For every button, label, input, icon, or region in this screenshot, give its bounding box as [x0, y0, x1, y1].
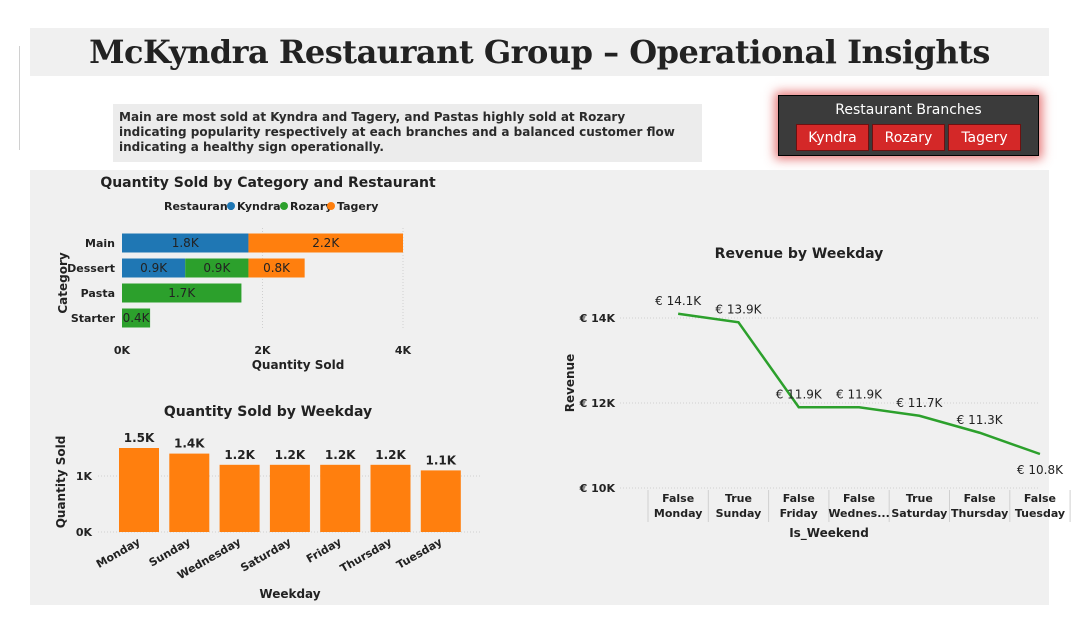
- y-tick-label: € 12K: [579, 397, 616, 410]
- slicer-item-tagery[interactable]: Tagery: [948, 124, 1021, 151]
- legend-label-kyndra: Kyndra: [237, 200, 281, 213]
- data-label: € 13.9K: [715, 302, 762, 316]
- revenue-chart-ylabel: Revenue: [563, 354, 577, 413]
- y-tick-label: € 14K: [579, 312, 616, 325]
- x-tick-label-day: Wednes...: [828, 507, 889, 520]
- left-divider: [19, 46, 20, 150]
- x-tick-label: 2K: [254, 344, 271, 357]
- y-tick-label: Main: [85, 237, 115, 250]
- x-tick-label-day: Friday: [780, 507, 818, 520]
- category-chart-ylabel: Category: [56, 252, 70, 314]
- x-tick-label: Thursday: [338, 535, 394, 575]
- weekday-quantity-xlabel: Weekday: [259, 587, 320, 601]
- insight-text-box: Main are most sold at Kyndra and Tagery,…: [113, 104, 702, 162]
- title-bar: McKyndra Restaurant Group – Operational …: [30, 28, 1049, 76]
- data-label: 1.2K: [325, 448, 356, 462]
- data-label: 0.9K: [203, 261, 231, 275]
- data-label: 1.8K: [172, 236, 200, 250]
- revenue-chart: Revenue by Weekday € 10K € 12K € 14K False M…: [563, 246, 1071, 541]
- charts-panel: Quantity Sold by Category and Restaurant…: [30, 170, 1071, 605]
- x-tick-label-weekend: False: [662, 492, 694, 505]
- x-tick-label-weekend: False: [1024, 492, 1056, 505]
- bar-tuesday[interactable]: [420, 470, 461, 532]
- x-tick-label: 4K: [395, 344, 412, 357]
- charts-svg: Quantity Sold by Category and Restaurant…: [54, 175, 1071, 601]
- legend-marker-rozary: [280, 202, 288, 210]
- x-tick-label-day: Saturday: [891, 507, 947, 520]
- y-tick-label: Starter: [71, 312, 116, 325]
- data-label: 1.1K: [426, 453, 457, 467]
- data-label: € 11.9K: [776, 387, 823, 401]
- legend-label-rozary: Rozary: [290, 200, 332, 213]
- category-chart-xlabel: Quantity Sold: [252, 358, 345, 372]
- slicer-item-kyndra[interactable]: Kyndra: [796, 124, 869, 151]
- x-tick-label-weekend: False: [964, 492, 996, 505]
- data-label: 1.7K: [168, 286, 196, 300]
- x-tick-label-day: Sunday: [716, 507, 762, 520]
- y-tick-label: 0K: [76, 526, 93, 539]
- y-tick-label: Dessert: [67, 262, 115, 275]
- data-label: 1.5K: [124, 431, 155, 445]
- x-tick-label-weekend: True: [906, 492, 933, 505]
- bar-friday[interactable]: [320, 464, 361, 532]
- revenue-line[interactable]: [677, 312, 1041, 456]
- y-tick-label: € 10K: [579, 482, 616, 495]
- data-label: € 11.3K: [957, 413, 1004, 427]
- data-label: 0.4K: [123, 311, 151, 325]
- x-tick-label: Saturday: [238, 535, 293, 574]
- x-tick-label: Friday: [304, 535, 344, 565]
- branch-slicer: Restaurant Branches Kyndra Rozary Tagery: [778, 95, 1039, 156]
- data-label: € 11.9K: [836, 387, 883, 401]
- data-label: 0.8K: [263, 261, 291, 275]
- slicer-title: Restaurant Branches: [835, 102, 982, 118]
- data-label: € 10.8K: [1017, 463, 1064, 477]
- bar-thursday[interactable]: [370, 464, 411, 532]
- bar-saturday[interactable]: [269, 464, 310, 532]
- weekday-quantity-chart: Quantity Sold by Weekday 0K 1K 1.5K Monday…: [54, 404, 480, 601]
- y-tick-label: Pasta: [81, 287, 115, 300]
- page-title: McKyndra Restaurant Group – Operational …: [89, 33, 990, 71]
- bar-sunday[interactable]: [169, 453, 210, 532]
- revenue-chart-xlabel: Is_Weekend: [789, 526, 869, 541]
- data-label: 1.2K: [224, 448, 255, 462]
- legend-marker-tagery: [327, 202, 335, 210]
- x-tick-label-weekend: False: [843, 492, 875, 505]
- slicer-item-rozary[interactable]: Rozary: [872, 124, 945, 151]
- y-tick-label: 1K: [76, 470, 93, 483]
- category-chart-legend: Restaurant Kyndra Rozary Tagery: [164, 200, 378, 213]
- data-label: 1.4K: [174, 437, 205, 451]
- legend-marker-kyndra: [227, 202, 235, 210]
- category-chart: Quantity Sold by Category and Restaurant…: [56, 175, 436, 372]
- x-tick-label-day: Tuesday: [1015, 507, 1065, 520]
- data-label: € 11.7K: [896, 396, 943, 410]
- x-tick-label: Monday: [94, 535, 142, 570]
- legend-title: Restaurant: [164, 200, 233, 213]
- weekday-quantity-ylabel: Quantity Sold: [54, 436, 68, 529]
- data-label: 0.9K: [140, 261, 168, 275]
- legend-label-tagery: Tagery: [337, 200, 378, 213]
- x-tick-label-day: Thursday: [951, 507, 1008, 520]
- x-tick-label-weekend: False: [783, 492, 815, 505]
- revenue-chart-title: Revenue by Weekday: [715, 246, 884, 262]
- data-label: 1.2K: [375, 448, 406, 462]
- data-label: € 14.1K: [655, 294, 702, 308]
- weekday-quantity-title: Quantity Sold by Weekday: [164, 404, 372, 420]
- data-label: 1.2K: [275, 448, 306, 462]
- data-label: 2.2K: [312, 236, 340, 250]
- bar-wednesday[interactable]: [219, 464, 260, 532]
- bar-monday[interactable]: [119, 448, 159, 532]
- x-tick-label-weekend: True: [725, 492, 752, 505]
- x-tick-label-day: Monday: [654, 507, 702, 520]
- x-tick-label: Tuesday: [394, 535, 444, 571]
- x-tick-label: 0K: [114, 344, 131, 357]
- category-chart-title: Quantity Sold by Category and Restaurant: [100, 175, 436, 191]
